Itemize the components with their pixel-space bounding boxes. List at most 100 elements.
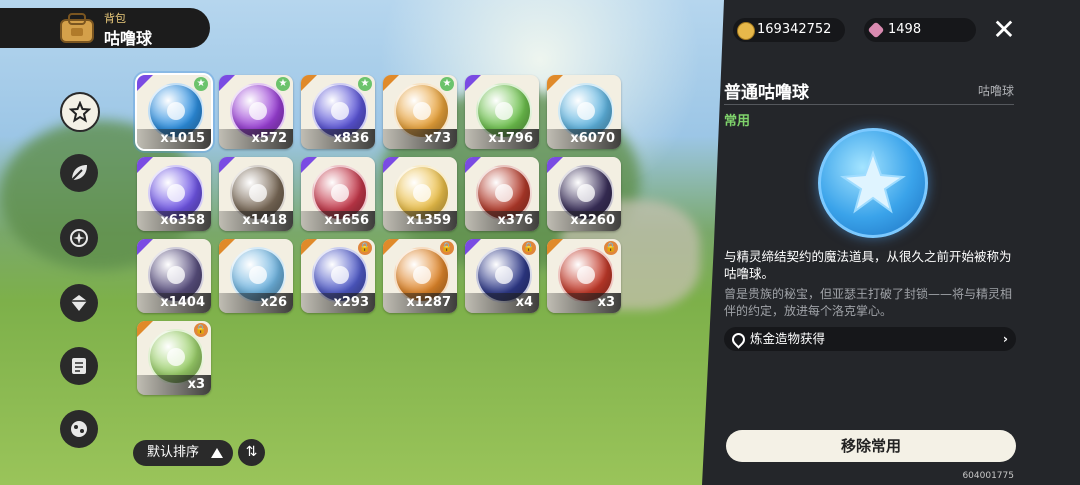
rarity-corner <box>547 157 563 173</box>
coin-value: 169342752 <box>757 22 832 37</box>
item-card[interactable]: x26 <box>219 239 293 313</box>
page-header: 背包 咕噜球 <box>0 8 210 48</box>
rarity-corner <box>465 75 481 91</box>
detail-panel <box>702 0 1080 485</box>
nav-item-gem[interactable] <box>60 284 98 322</box>
rarity-corner <box>301 157 317 173</box>
item-quantity: x1359 <box>383 211 457 231</box>
close-icon[interactable]: ✕ <box>990 16 1018 44</box>
nav-item-ball[interactable] <box>60 410 98 448</box>
leaf-icon <box>71 165 87 181</box>
item-card[interactable]: x1359 <box>383 157 457 231</box>
scroll-icon <box>72 358 86 374</box>
spark-icon <box>70 229 88 247</box>
rarity-corner <box>219 75 235 91</box>
gem-value: 1498 <box>888 22 922 37</box>
item-card[interactable]: x2260 <box>547 157 621 231</box>
rarity-corner <box>465 239 481 255</box>
item-quantity: x73 <box>383 129 457 149</box>
item-name: 普通咕噜球 <box>724 83 809 103</box>
item-quantity: x836 <box>301 129 375 149</box>
nav-item-leaf[interactable] <box>60 154 98 192</box>
rarity-corner <box>219 239 235 255</box>
item-card[interactable]: 🔒 x1287 <box>383 239 457 313</box>
rarity-corner <box>383 75 399 91</box>
gem-counter: 1498 <box>864 18 976 42</box>
star-crystal-icon <box>840 150 906 214</box>
item-quantity: x1287 <box>383 293 457 313</box>
chevron-right-icon: › <box>1002 331 1008 346</box>
item-card[interactable]: ★ x836 <box>301 75 375 149</box>
item-quantity: x1418 <box>219 211 293 231</box>
location-pin-icon <box>729 330 748 349</box>
rarity-corner <box>383 157 399 173</box>
item-card[interactable]: 🔒 x293 <box>301 239 375 313</box>
lock-icon: 🔒 <box>440 241 454 255</box>
item-card[interactable]: 🔒 x4 <box>465 239 539 313</box>
item-card[interactable]: x1656 <box>301 157 375 231</box>
page-title: 咕噜球 <box>104 29 153 48</box>
item-card[interactable]: x1796 <box>465 75 539 149</box>
rarity-corner <box>547 239 563 255</box>
item-quantity: x4 <box>465 293 539 313</box>
user-id: 604001775 <box>962 471 1014 481</box>
coin-icon <box>737 22 755 40</box>
item-quantity: x1656 <box>301 211 375 231</box>
favorite-star-icon: ★ <box>276 77 290 91</box>
item-card[interactable]: x376 <box>465 157 539 231</box>
sort-label: 默认排序 <box>147 445 200 460</box>
favorite-tag: 常用 <box>724 114 751 129</box>
lock-icon: 🔒 <box>194 323 208 337</box>
favorite-star-icon: ★ <box>194 77 208 91</box>
lock-icon: 🔒 <box>358 241 372 255</box>
nav-item-scroll[interactable] <box>60 347 98 385</box>
item-category: 咕噜球 <box>977 84 1014 98</box>
item-card[interactable]: ★ x73 <box>383 75 457 149</box>
rarity-corner <box>137 239 153 255</box>
item-card[interactable]: x1418 <box>219 157 293 231</box>
rarity-corner <box>383 239 399 255</box>
item-quantity: x3 <box>547 293 621 313</box>
ball-icon <box>71 421 87 437</box>
item-card[interactable]: 🔒 x3 <box>137 321 211 395</box>
sort-dropdown[interactable]: 默认排序 <box>133 440 233 466</box>
lock-icon: 🔒 <box>604 241 618 255</box>
triangle-up-icon <box>211 448 223 458</box>
item-quantity: x2260 <box>547 211 621 231</box>
item-card[interactable]: x6358 <box>137 157 211 231</box>
nav-item-favorites[interactable] <box>60 92 100 132</box>
rarity-corner <box>301 75 317 91</box>
item-card[interactable]: ★ x1015 <box>135 73 213 151</box>
coin-counter: 169342752 <box>733 18 845 42</box>
backpack-icon <box>60 13 94 43</box>
sort-order-toggle-icon[interactable]: ⇅ <box>238 439 265 466</box>
rarity-corner <box>137 157 153 173</box>
source-label: 炼金造物获得 <box>750 331 826 346</box>
item-lore: 曾是贵族的秘宝，但亚瑟王打破了封锁——将与精灵相伴的约定，放进每个洛克掌心。 <box>724 287 1013 318</box>
item-card[interactable]: x1404 <box>137 239 211 313</box>
rarity-corner <box>137 321 153 337</box>
item-quantity: x376 <box>465 211 539 231</box>
source-link[interactable]: 炼金造物获得 › <box>724 327 1016 351</box>
rarity-corner <box>137 75 153 91</box>
crystal-icon <box>867 21 885 39</box>
item-quantity: x572 <box>219 129 293 149</box>
rarity-corner <box>301 239 317 255</box>
item-quantity: x6358 <box>137 211 211 231</box>
item-quantity: x1015 <box>137 129 211 149</box>
nav-item-spark[interactable] <box>60 219 98 257</box>
item-quantity: x6070 <box>547 129 621 149</box>
divider <box>724 104 1014 105</box>
star-badge-icon <box>69 101 91 123</box>
item-card[interactable]: x6070 <box>547 75 621 149</box>
item-preview-image <box>818 128 928 238</box>
item-quantity: x293 <box>301 293 375 313</box>
item-quantity: x26 <box>219 293 293 313</box>
gem-icon <box>71 295 87 311</box>
item-quantity: x3 <box>137 375 211 395</box>
item-card[interactable]: 🔒 x3 <box>547 239 621 313</box>
rarity-corner <box>465 157 481 173</box>
item-card[interactable]: ★ x572 <box>219 75 293 149</box>
lock-icon: 🔒 <box>522 241 536 255</box>
remove-favorite-button[interactable]: 移除常用 <box>726 430 1016 462</box>
